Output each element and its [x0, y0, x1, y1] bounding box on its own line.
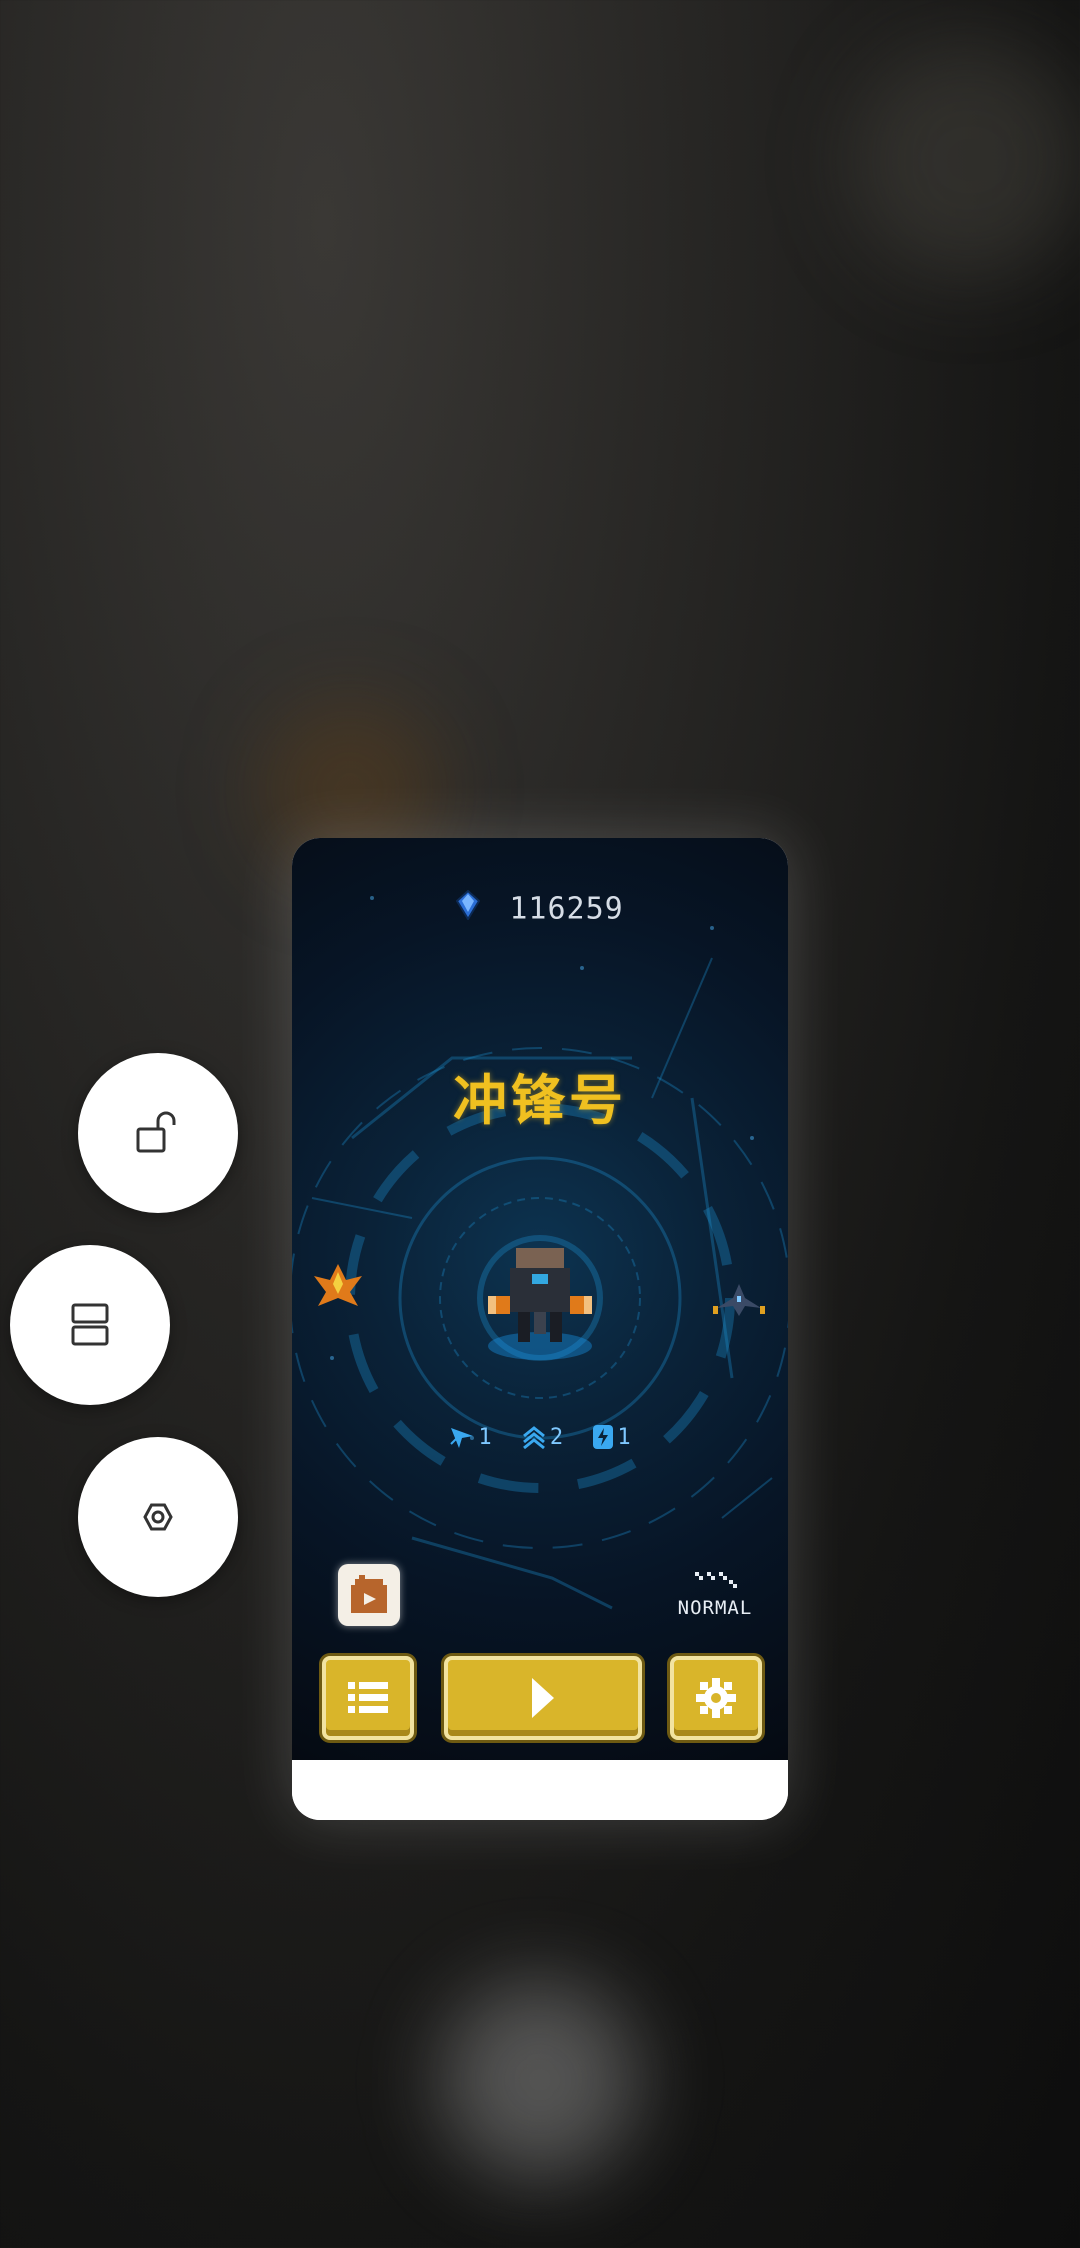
video-ad-icon: [351, 1575, 387, 1613]
ship-stats: 1 2 1: [292, 1424, 788, 1456]
stat-speed-value: 1: [478, 1424, 492, 1450]
energy-bolt-icon: [593, 1425, 614, 1449]
settings-gear-button[interactable]: [670, 1656, 762, 1740]
video-ad-button[interactable]: [338, 1564, 400, 1626]
home-indicator-glow: [440, 1980, 640, 2180]
split-screen-button[interactable]: [10, 1245, 170, 1405]
difficulty-selector[interactable]: NORMAL: [670, 1568, 760, 1619]
speed-arrow-icon: [450, 1428, 474, 1448]
card-bottom-bar: [292, 1760, 788, 1820]
difficulty-label: NORMAL: [677, 1597, 753, 1619]
player-ship-sprite: [488, 1248, 592, 1342]
blue-gem-icon: [455, 889, 481, 928]
stat-power: 2: [521, 1424, 563, 1450]
app-settings-button[interactable]: [78, 1437, 238, 1597]
stat-power-value: 2: [549, 1424, 564, 1450]
lock-app-button[interactable]: [78, 1053, 238, 1213]
power-chevron-icon: [522, 1426, 545, 1450]
play-button[interactable]: [444, 1656, 642, 1740]
stat-energy: 1: [592, 1424, 631, 1450]
gear-icon: [696, 1678, 736, 1718]
stat-speed: 1: [449, 1424, 492, 1450]
play-icon: [532, 1678, 554, 1718]
background-blur: [850, 40, 1080, 280]
app-preview-card[interactable]: 116259 冲锋号 1 2 1 NORMAL: [292, 838, 788, 1820]
menu-list-button[interactable]: [322, 1656, 414, 1740]
ship-name-title: 冲锋号: [453, 1069, 627, 1132]
currency-display: 116259: [292, 889, 788, 928]
list-icon: [348, 1682, 388, 1713]
stat-energy-value: 1: [617, 1424, 631, 1450]
unlock-icon: [136, 1111, 176, 1153]
game-screen[interactable]: 116259 冲锋号 1 2 1 NORMAL: [292, 838, 788, 1760]
split-screen-icon: [71, 1303, 109, 1346]
currency-value: 116259: [509, 891, 624, 927]
hexagon-settings-icon: [143, 1503, 173, 1531]
difficulty-skulls-icon: [695, 1572, 737, 1588]
